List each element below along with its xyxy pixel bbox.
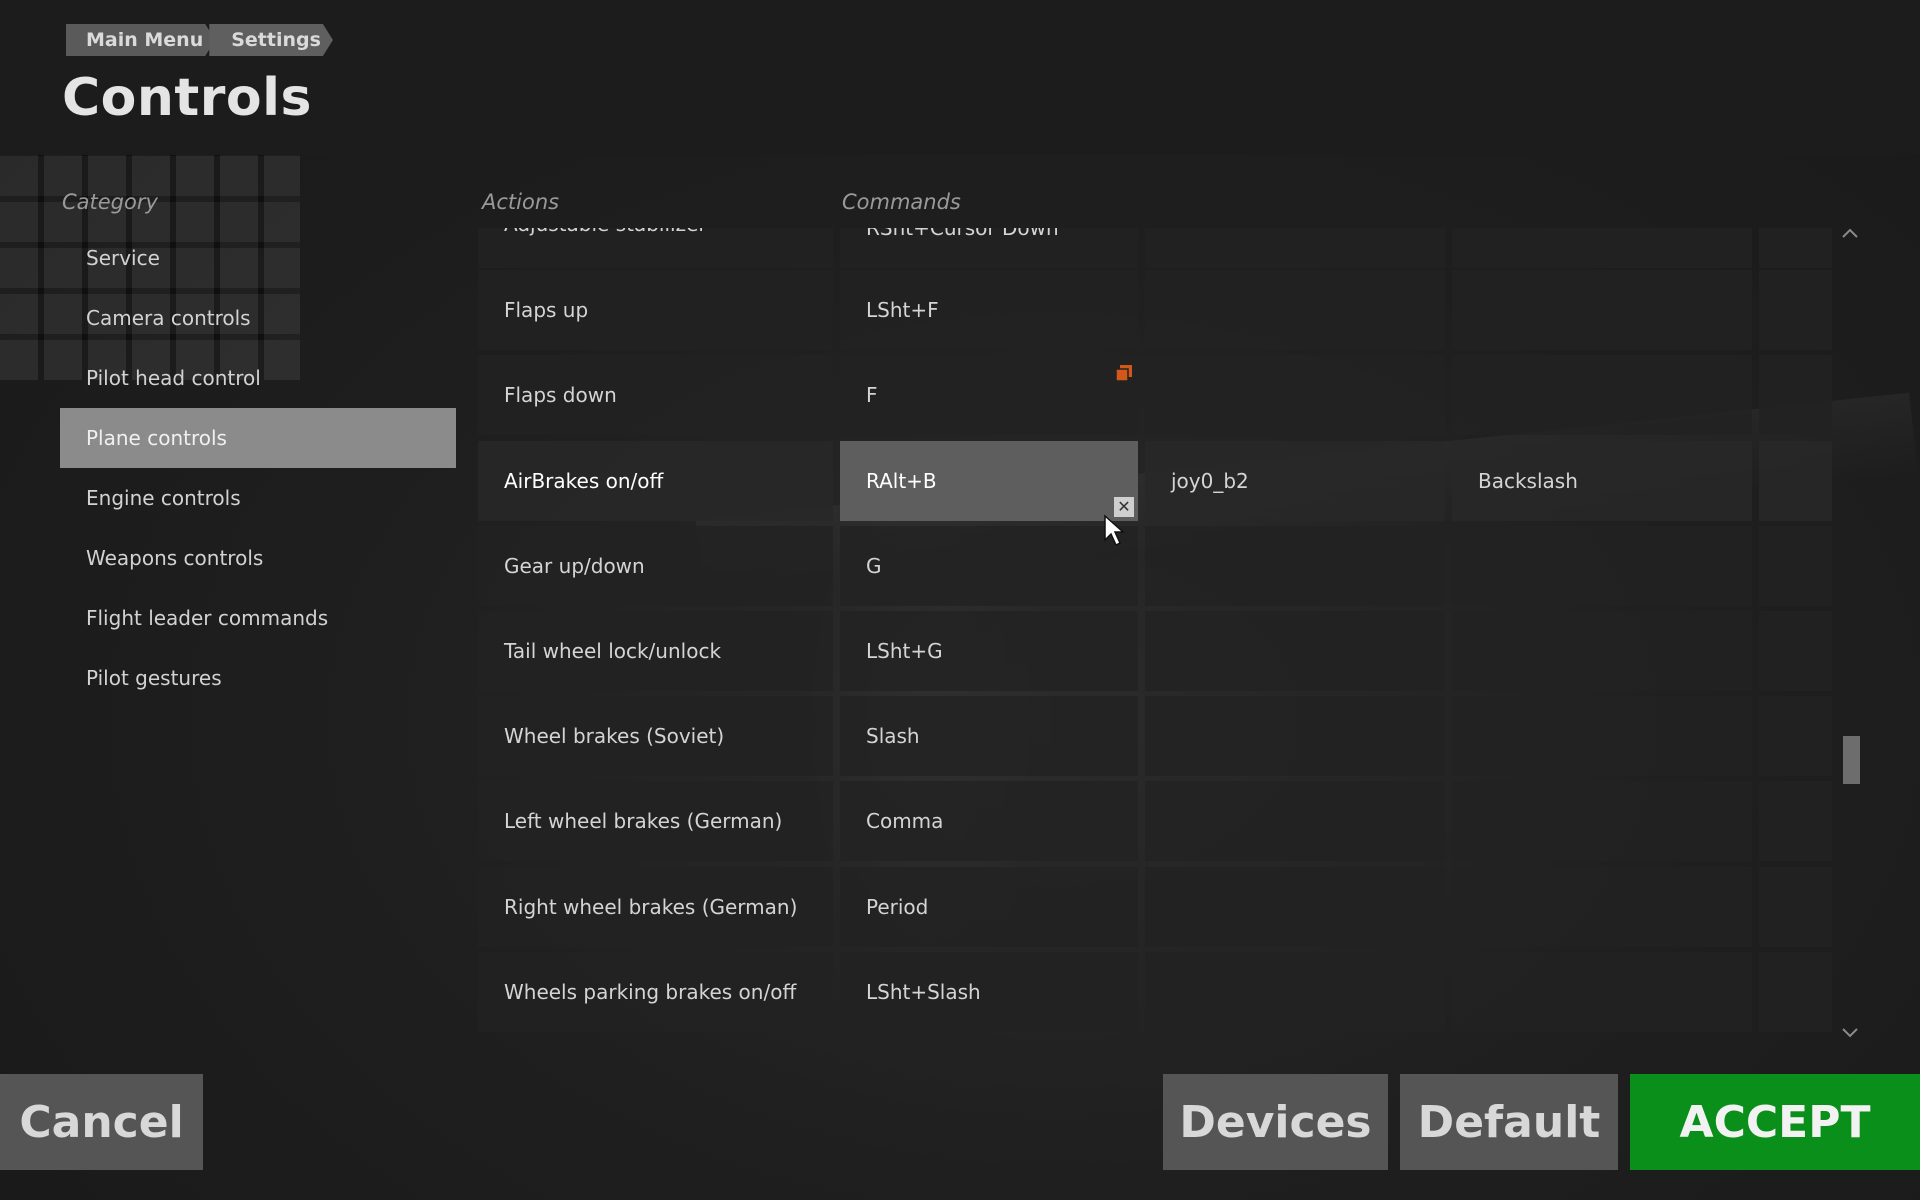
- table-row: Wheel brakes (Soviet) Slash: [478, 696, 1832, 776]
- row-extra-cell: [1759, 526, 1832, 606]
- category-header: Category: [62, 190, 158, 214]
- table-row: Tail wheel lock/unlock LSht+G: [478, 611, 1832, 691]
- action-label: Wheels parking brakes on/off: [478, 952, 833, 1032]
- row-extra-cell: [1759, 228, 1832, 268]
- command-slot-2[interactable]: [1145, 355, 1445, 435]
- table-row: Adjustable stabilizer RSht+Cursor Down: [478, 228, 1832, 268]
- row-extra-cell: [1759, 441, 1832, 521]
- actions-column-header: Actions: [482, 190, 560, 214]
- command-slot-1[interactable]: Comma: [840, 781, 1138, 861]
- command-slot-1-selected[interactable]: RAlt+B ✕: [840, 441, 1138, 521]
- scrollbar-track[interactable]: [1843, 252, 1860, 1016]
- row-extra-cell: [1759, 270, 1832, 350]
- command-slot-3[interactable]: [1452, 228, 1752, 268]
- category-item-pilot-gestures[interactable]: Pilot gestures: [60, 648, 456, 708]
- category-item-engine-controls[interactable]: Engine controls: [60, 468, 456, 528]
- command-slot-2[interactable]: joy0_b2: [1145, 441, 1445, 521]
- command-slot-3[interactable]: [1452, 781, 1752, 861]
- scroll-up-chevron-icon[interactable]: [1838, 222, 1862, 246]
- command-slot-2[interactable]: [1145, 526, 1445, 606]
- row-extra-cell: [1759, 611, 1832, 691]
- action-label: Gear up/down: [478, 526, 833, 606]
- controls-settings-screen: Main Menu Settings Controls Category Act…: [0, 0, 1920, 1200]
- command-slot-3[interactable]: [1452, 611, 1752, 691]
- command-slot-1[interactable]: Slash: [840, 696, 1138, 776]
- table-row: Gear up/down G: [478, 526, 1832, 606]
- table-row: Right wheel brakes (German) Period: [478, 867, 1832, 947]
- breadcrumb-main-menu[interactable]: Main Menu: [66, 24, 215, 56]
- command-slot-2[interactable]: [1145, 781, 1445, 861]
- command-slot-2[interactable]: [1145, 867, 1445, 947]
- category-item-pilot-head-control[interactable]: Pilot head control: [60, 348, 456, 408]
- category-item-weapons-controls[interactable]: Weapons controls: [60, 528, 456, 588]
- table-row: Flaps up LSht+F: [478, 270, 1832, 350]
- table-row: Flaps down F: [478, 355, 1832, 435]
- action-label: Adjustable stabilizer: [478, 228, 833, 268]
- command-slot-2[interactable]: [1145, 611, 1445, 691]
- accept-button[interactable]: ACCEPT: [1630, 1074, 1920, 1170]
- devices-button[interactable]: Devices: [1163, 1074, 1388, 1170]
- scroll-down-chevron-icon[interactable]: [1838, 1020, 1862, 1044]
- cancel-button[interactable]: Cancel: [0, 1074, 203, 1170]
- row-extra-cell: [1759, 781, 1832, 861]
- category-item-plane-controls[interactable]: Plane controls: [60, 408, 456, 468]
- command-slot-1[interactable]: LSht+Slash: [840, 952, 1138, 1032]
- copy-icon[interactable]: [1114, 363, 1134, 383]
- category-item-service[interactable]: Service: [60, 228, 456, 288]
- mouse-pointer-icon: [1104, 514, 1125, 547]
- action-label: Wheel brakes (Soviet): [478, 696, 833, 776]
- action-label: AirBrakes on/off: [478, 441, 833, 521]
- command-slot-1[interactable]: LSht+G: [840, 611, 1138, 691]
- row-extra-cell: [1759, 952, 1832, 1032]
- page-title: Controls: [62, 68, 312, 128]
- table-row: Wheels parking brakes on/off LSht+Slash: [478, 952, 1832, 1032]
- command-slot-1[interactable]: F: [840, 355, 1138, 435]
- table-row-selected: AirBrakes on/off RAlt+B ✕ joy0_b2 Backsl…: [478, 441, 1832, 521]
- action-label: Right wheel brakes (German): [478, 867, 833, 947]
- command-slot-3[interactable]: Backslash: [1452, 441, 1752, 521]
- commands-column-header: Commands: [842, 190, 961, 214]
- row-extra-cell: [1759, 867, 1832, 947]
- command-slot-3[interactable]: [1452, 867, 1752, 947]
- breadcrumb-settings[interactable]: Settings: [209, 24, 333, 56]
- command-slot-2[interactable]: [1145, 228, 1445, 268]
- category-item-flight-leader-commands[interactable]: Flight leader commands: [60, 588, 456, 648]
- command-slot-3[interactable]: [1452, 952, 1752, 1032]
- action-label: Tail wheel lock/unlock: [478, 611, 833, 691]
- bindings-table: Adjustable stabilizer RSht+Cursor Down F…: [478, 228, 1832, 1033]
- command-slot-1[interactable]: RSht+Cursor Down: [840, 228, 1138, 268]
- category-list: Service Camera controls Pilot head contr…: [60, 228, 456, 708]
- breadcrumb: Main Menu Settings: [66, 24, 333, 56]
- row-extra-cell: [1759, 696, 1832, 776]
- command-slot-2[interactable]: [1145, 952, 1445, 1032]
- command-slot-1[interactable]: LSht+F: [840, 270, 1138, 350]
- action-label: Flaps down: [478, 355, 833, 435]
- command-value: F: [866, 383, 878, 407]
- table-row: Left wheel brakes (German) Comma: [478, 781, 1832, 861]
- category-item-camera-controls[interactable]: Camera controls: [60, 288, 456, 348]
- command-slot-3[interactable]: [1452, 526, 1752, 606]
- command-slot-1[interactable]: Period: [840, 867, 1138, 947]
- action-label: Left wheel brakes (German): [478, 781, 833, 861]
- command-slot-2[interactable]: [1145, 270, 1445, 350]
- command-slot-2[interactable]: [1145, 696, 1445, 776]
- command-slot-3[interactable]: [1452, 270, 1752, 350]
- scrollbar-thumb[interactable]: [1843, 736, 1860, 784]
- action-label: Flaps up: [478, 270, 833, 350]
- command-slot-3[interactable]: [1452, 696, 1752, 776]
- command-slot-1[interactable]: G: [840, 526, 1138, 606]
- row-extra-cell: [1759, 355, 1832, 435]
- default-button[interactable]: Default: [1400, 1074, 1618, 1170]
- command-value: RAlt+B: [866, 469, 937, 493]
- command-slot-3[interactable]: [1452, 355, 1752, 435]
